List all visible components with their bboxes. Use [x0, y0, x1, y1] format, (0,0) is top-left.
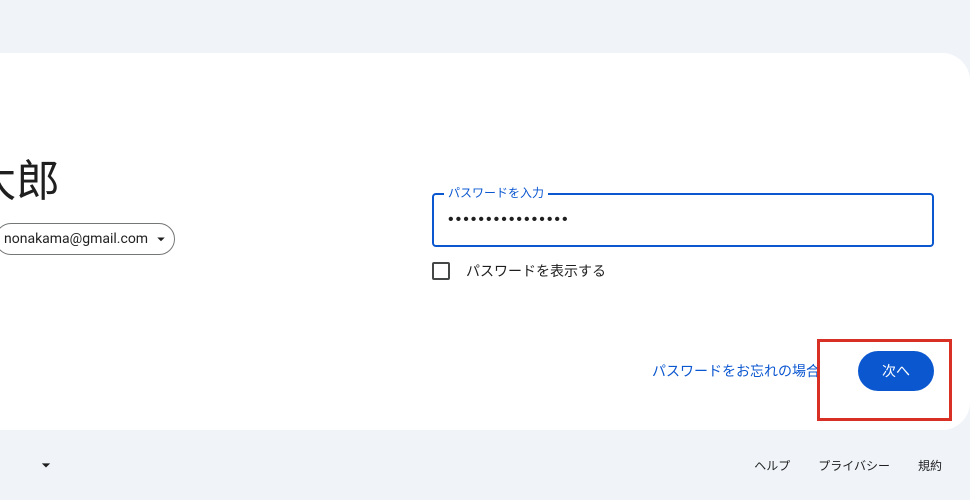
account-switcher-chip[interactable]: nonakama@gmail.com	[0, 223, 175, 255]
password-field-wrap: パスワードを入力	[432, 193, 934, 247]
account-email: nonakama@gmail.com	[4, 231, 148, 247]
forgot-password-link[interactable]: パスワードをお忘れの場合	[652, 361, 820, 381]
chevron-down-icon	[152, 230, 170, 248]
signin-left-pane: 太郎 nonakama@gmail.com	[0, 53, 420, 255]
show-password-checkbox[interactable]	[432, 262, 450, 280]
next-button[interactable]: 次へ	[858, 351, 934, 391]
welcome-heading: 太郎	[0, 145, 420, 209]
signin-right-pane: パスワードを入力 パスワードを表示する パスワードをお忘れの場合 次へ	[432, 53, 934, 391]
show-password-toggle[interactable]: パスワードを表示する	[432, 261, 934, 281]
password-input[interactable]	[432, 193, 934, 247]
terms-link[interactable]: 規約	[918, 457, 942, 474]
footer-links: ヘルプ プライバシー 規約	[754, 457, 942, 474]
action-row: パスワードをお忘れの場合 次へ	[432, 351, 934, 391]
signin-card: 太郎 nonakama@gmail.com パスワードを入力 パスワードを表示す…	[0, 53, 970, 430]
footer: ヘルプ プライバシー 規約	[0, 430, 970, 500]
privacy-link[interactable]: プライバシー	[818, 457, 890, 474]
chevron-down-icon	[36, 455, 56, 475]
language-picker[interactable]	[28, 449, 64, 481]
help-link[interactable]: ヘルプ	[754, 457, 790, 474]
password-field-label: パスワードを入力	[444, 184, 548, 201]
show-password-label: パスワードを表示する	[466, 261, 606, 281]
